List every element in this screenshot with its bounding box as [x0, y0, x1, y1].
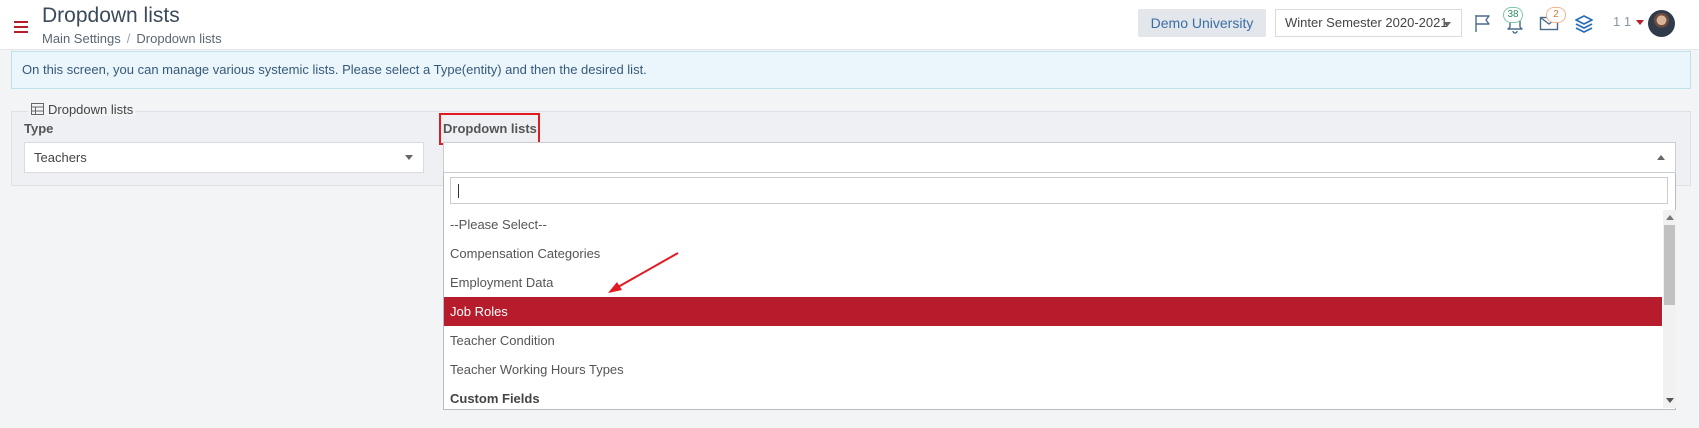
top-bar: Dropdown lists Main Settings / Dropdown li…	[0, 0, 1699, 50]
scroll-up-icon[interactable]	[1666, 215, 1674, 220]
scroll-down-icon[interactable]	[1666, 398, 1674, 403]
table-icon	[31, 103, 44, 115]
page-title: Dropdown lists	[42, 4, 180, 27]
option-please-select[interactable]: --Please Select--	[444, 210, 1662, 239]
user-number: 1 1	[1613, 14, 1632, 29]
info-message: On this screen, you can manage various s…	[11, 51, 1691, 89]
user-menu-caret-icon[interactable]	[1636, 20, 1644, 25]
panel-legend: Dropdown lists	[28, 101, 137, 117]
option-job-roles[interactable]: Job Roles	[444, 297, 1662, 326]
dropdown-scrollbar[interactable]	[1663, 210, 1676, 408]
option-compensation-categories[interactable]: Compensation Categories	[444, 239, 1662, 268]
dropdown-lists-select[interactable]	[443, 142, 1676, 173]
option-teacher-condition[interactable]: Teacher Condition	[444, 326, 1662, 355]
dropdown-options-list: --Please Select-- Compensation Categorie…	[444, 210, 1662, 408]
messages-badge: 2	[1546, 7, 1566, 23]
breadcrumb: Main Settings / Dropdown lists	[42, 31, 222, 46]
notifications-badge: 38	[1503, 7, 1523, 23]
text-cursor	[458, 184, 459, 198]
type-select-value: Teachers	[34, 150, 87, 165]
chevron-down-icon	[1443, 22, 1451, 27]
panel-legend-label: Dropdown lists	[48, 101, 134, 117]
hamburger-icon[interactable]	[14, 21, 28, 33]
avatar[interactable]	[1648, 10, 1675, 37]
flag-icon[interactable]	[1472, 12, 1494, 34]
chevron-up-icon	[1657, 155, 1665, 160]
semester-select[interactable]: Winter Semester 2020-2021	[1275, 9, 1462, 37]
dropdown-options-panel: --Please Select-- Compensation Categorie…	[443, 173, 1676, 410]
dropdown-search-input[interactable]	[450, 177, 1668, 204]
university-button[interactable]: Demo University	[1138, 9, 1266, 37]
type-select[interactable]: Teachers	[24, 142, 424, 173]
type-label: Type	[24, 121, 54, 136]
option-employment-data[interactable]: Employment Data	[444, 268, 1662, 297]
breadcrumb-current: Dropdown lists	[136, 31, 222, 46]
semester-value: Winter Semester 2020-2021	[1285, 15, 1448, 30]
option-group-custom-fields: Custom Fields	[450, 391, 540, 406]
breadcrumb-main-settings[interactable]: Main Settings	[42, 31, 121, 46]
chevron-down-icon	[405, 155, 413, 160]
option-teacher-working-hours-types[interactable]: Teacher Working Hours Types	[444, 355, 1662, 384]
layers-icon[interactable]	[1573, 12, 1595, 34]
breadcrumb-separator: /	[126, 31, 131, 46]
annotation-highlight-box	[439, 113, 540, 145]
scrollbar-thumb[interactable]	[1664, 225, 1675, 305]
